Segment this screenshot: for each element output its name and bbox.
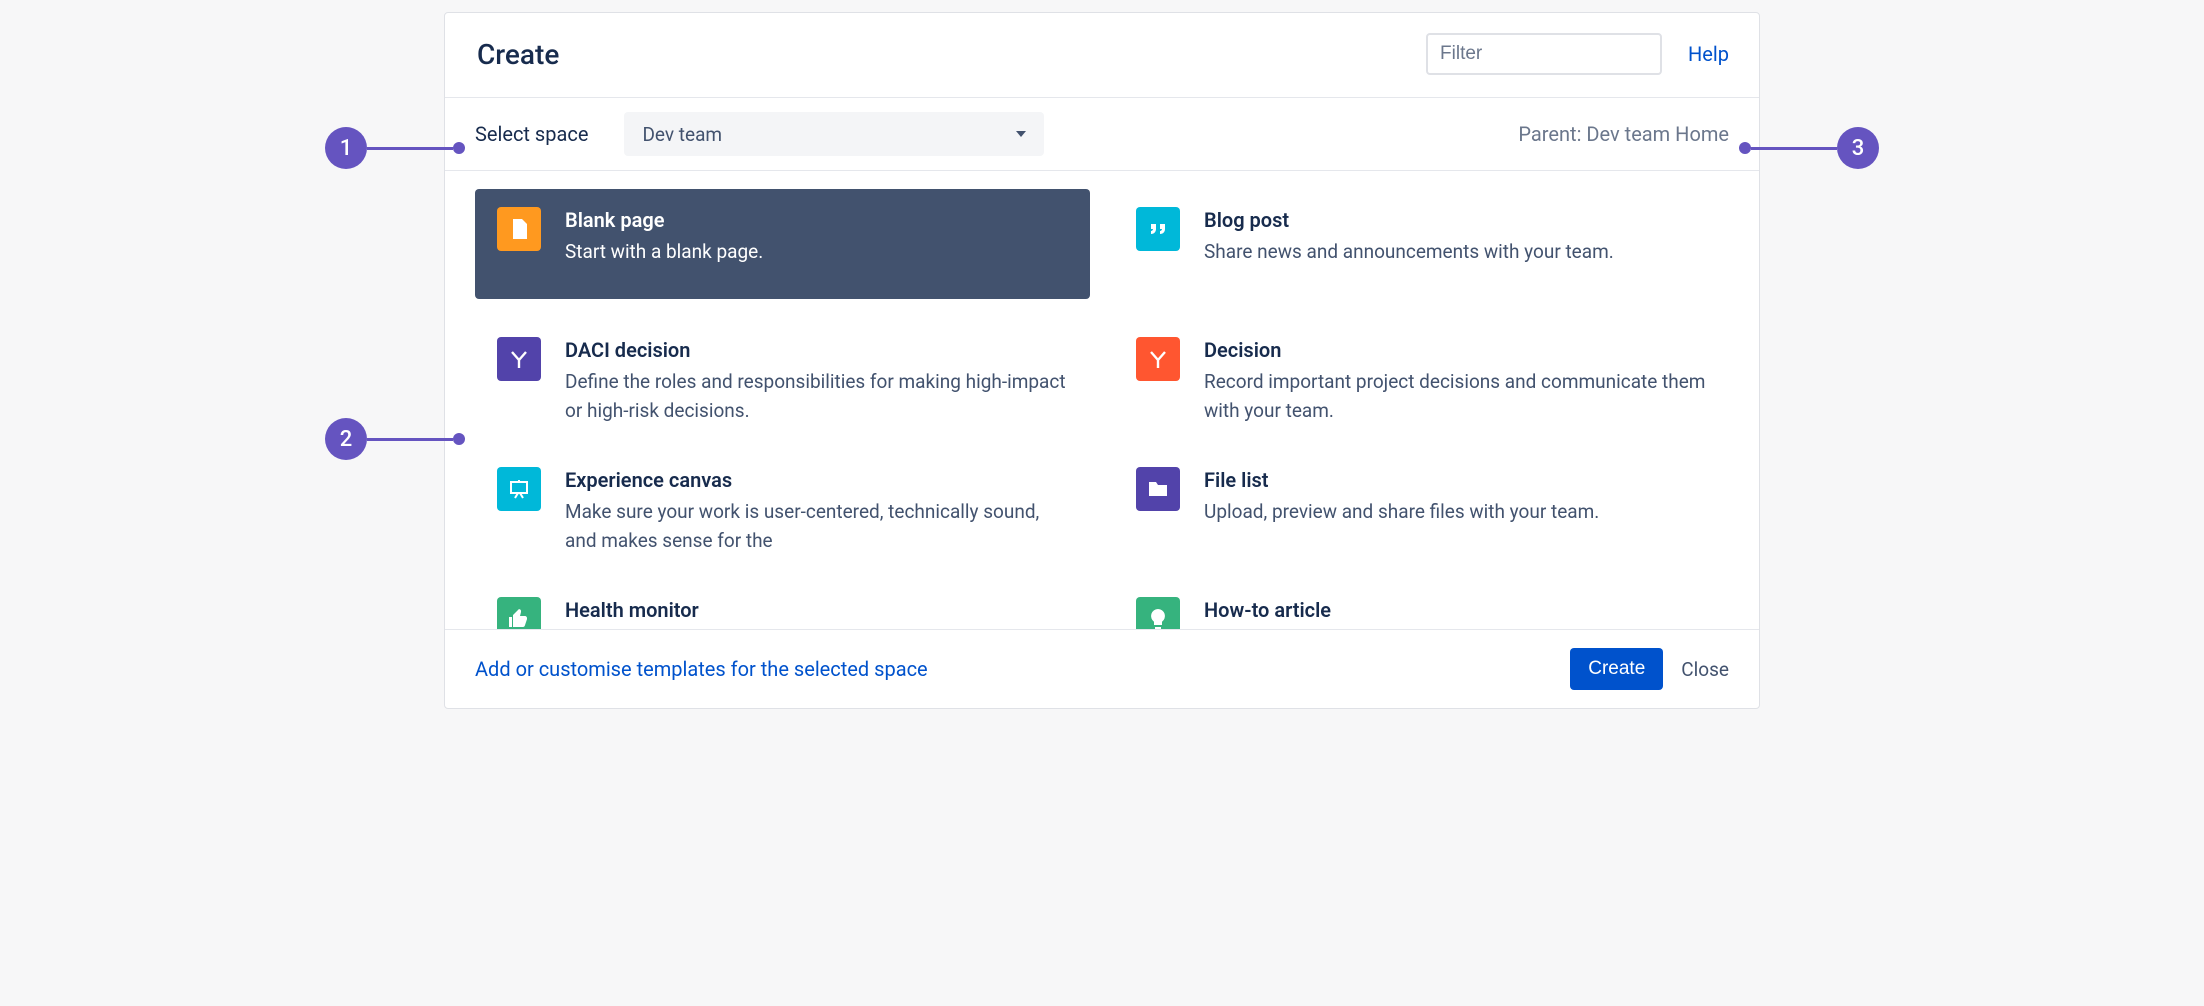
callout-2: 2 [325,418,465,460]
folder-icon [1136,467,1180,511]
template-desc: Upload, preview and share files with you… [1204,498,1707,527]
fork-icon [1136,337,1180,381]
fork-icon [497,337,541,381]
template-desc: Start with a blank page. [565,238,1068,267]
space-select[interactable]: Dev team [624,112,1044,156]
easel-icon [497,467,541,511]
callout-dot [453,433,465,445]
space-select-value: Dev team [642,123,1016,146]
callout-badge: 2 [325,418,367,460]
template-title: Decision [1204,337,1707,364]
dialog-title: Create [477,38,1426,71]
template-title: Experience canvas [565,467,1068,494]
select-space-bar: Select space Dev team Parent: Dev team H… [445,98,1759,171]
quote-icon [1136,207,1180,251]
chevron-down-icon [1016,131,1026,137]
template-item[interactable]: File list Upload, preview and share files… [1114,449,1729,559]
template-desc: Define the roles and responsibilities fo… [565,368,1068,425]
create-button[interactable]: Create [1570,648,1663,690]
thumb-up-icon [497,597,541,629]
template-desc: Make sure your work is user-centered, te… [565,498,1068,555]
template-desc: Keep track of your project or team's hea… [565,628,1068,629]
template-item[interactable]: DACI decision Define the roles and respon… [475,319,1090,429]
callout-3: 3 [1739,127,1879,169]
template-text: Blog post Share news and announcements wi… [1204,207,1707,267]
template-desc: Provide step-by-step guidance for [1204,628,1707,629]
select-space-label: Select space [475,122,588,146]
template-title: Blank page [565,207,1068,234]
dialog-header: Create Help [445,13,1759,98]
actions: Create Close [1570,648,1729,690]
template-title: Blog post [1204,207,1707,234]
callout-line [367,147,453,150]
template-text: Experience canvas Make sure your work is … [565,467,1068,555]
callout-dot [1739,142,1751,154]
template-title: Health monitor [565,597,1068,624]
lightbulb-icon [1136,597,1180,629]
template-text: File list Upload, preview and share files… [1204,467,1707,527]
template-list: Blank page Start with a blank page. Blog p… [445,171,1759,629]
template-text: DACI decision Define the roles and respon… [565,337,1068,425]
template-text: Health monitor Keep track of your project… [565,597,1068,629]
customise-link[interactable]: Add or customise templates for the selec… [475,657,928,681]
callout-dot [453,142,465,154]
parent-label: Parent: Dev team Home [1518,122,1729,146]
filter-input[interactable] [1426,33,1662,75]
template-text: How-to article Provide step-by-step guida… [1204,597,1707,629]
template-title: How-to article [1204,597,1707,624]
template-text: Blank page Start with a blank page. [565,207,1068,267]
template-title: File list [1204,467,1707,494]
template-text: Decision Record important project decisio… [1204,337,1707,425]
template-item[interactable]: Blank page Start with a blank page. [475,189,1090,299]
template-item[interactable]: Experience canvas Make sure your work is … [475,449,1090,559]
page-icon [497,207,541,251]
callout-badge: 1 [325,127,367,169]
dialog-footer: Add or customise templates for the selec… [445,629,1759,708]
callout-1: 1 [325,127,465,169]
template-item[interactable]: How-to article Provide step-by-step guida… [1114,579,1729,629]
template-item[interactable]: Health monitor Keep track of your project… [475,579,1090,629]
callout-badge: 3 [1837,127,1879,169]
template-title: DACI decision [565,337,1068,364]
callout-line [1751,147,1837,150]
close-button[interactable]: Close [1681,658,1729,681]
template-item[interactable]: Decision Record important project decisio… [1114,319,1729,429]
callout-line [367,438,453,441]
template-desc: Share news and announcements with your t… [1204,238,1707,267]
template-item[interactable]: Blog post Share news and announcements wi… [1114,189,1729,299]
create-dialog: Create Help Select space Dev team Parent… [444,12,1760,709]
help-link[interactable]: Help [1688,42,1729,66]
template-desc: Record important project decisions and c… [1204,368,1707,425]
